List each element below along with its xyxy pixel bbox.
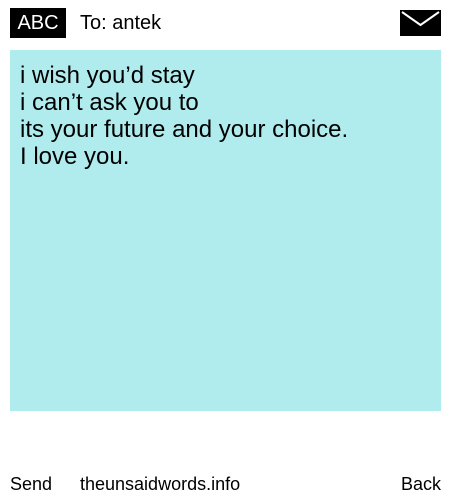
message-line-2: i can’t ask you to (20, 89, 199, 116)
message-body[interactable]: i wish you’d stay i can’t ask you to its… (10, 50, 441, 411)
keyboard-mode-badge[interactable]: ABC (10, 8, 66, 38)
message-line-1: i wish you’d stay (20, 62, 195, 89)
site-link[interactable]: theunsaidwords.info (80, 470, 240, 498)
message-header: ABC To: antek (0, 0, 450, 46)
send-button[interactable]: Send (10, 470, 52, 498)
message-footer: Send theunsaidwords.info Back (0, 470, 450, 498)
message-line-3: its your future and your choice. (20, 116, 349, 143)
recipient-label: To: antek (80, 12, 162, 34)
envelope-icon[interactable] (400, 10, 441, 36)
back-button[interactable]: Back (401, 470, 441, 498)
message-line-4: I love you. (20, 143, 130, 170)
